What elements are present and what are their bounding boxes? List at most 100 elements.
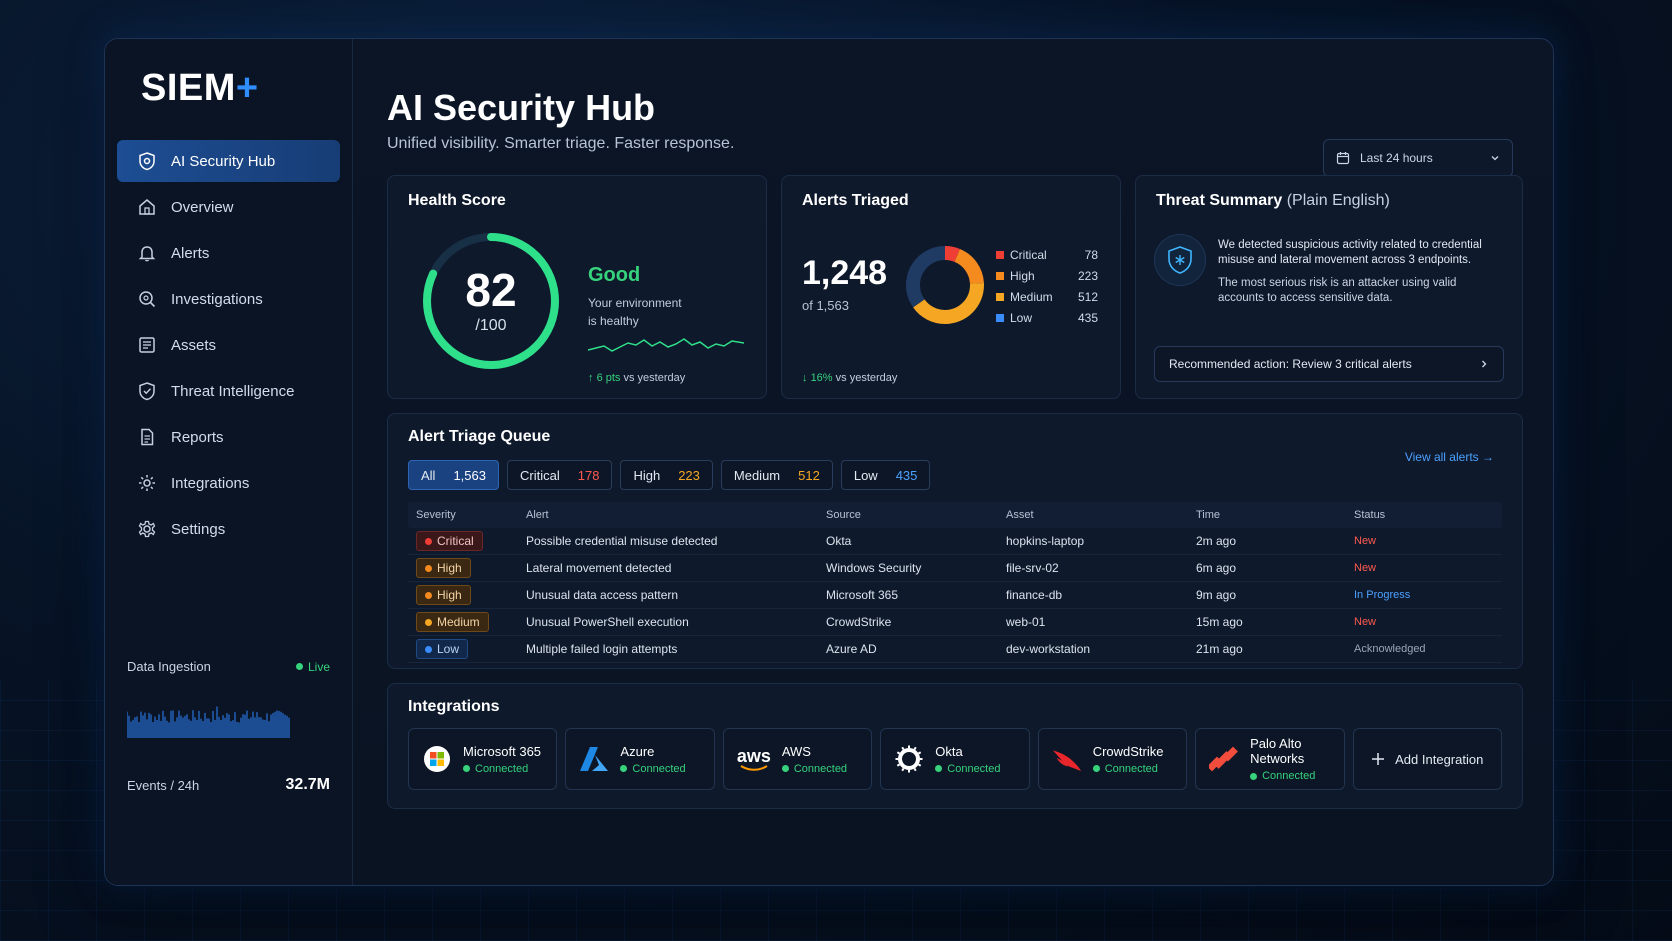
- shield-icon: [139, 382, 155, 401]
- integration-name: Azure: [620, 743, 655, 759]
- integration-name: Microsoft 365: [463, 743, 542, 759]
- integration-aws[interactable]: aws AWS Connected: [722, 728, 873, 790]
- integration-azure[interactable]: Azure Connected: [565, 728, 715, 790]
- sidebar-item-investigations[interactable]: Investigations: [117, 278, 340, 320]
- alert-triage-queue: Alert Triage Queue View all alerts → All…: [387, 413, 1523, 669]
- crowdstrike-icon: [1051, 743, 1083, 775]
- sidebar-item-integrations[interactable]: Integrations: [117, 462, 340, 504]
- sidebar-item-label: Integrations: [171, 474, 250, 492]
- alerts-delta: ↓ 16% vs yesterday: [802, 372, 898, 384]
- alert-source: Okta: [826, 534, 852, 548]
- sidebar-item-assets[interactable]: Assets: [117, 324, 340, 366]
- alert-source: Windows Security: [826, 561, 922, 575]
- alerts-table: Severity Alert Source Asset Time Status Criti…: [408, 502, 1502, 663]
- sidebar-item-alerts[interactable]: Alerts: [117, 232, 340, 274]
- sidebar-item-label: Threat Intelligence: [171, 382, 295, 400]
- health-score-max: /100: [475, 317, 507, 334]
- alert-name: Lateral movement detected: [526, 561, 672, 575]
- gear-link-icon: [139, 475, 155, 491]
- alerts-triaged-title: Alerts Triaged: [802, 192, 909, 209]
- integration-palo-alto-networks[interactable]: Palo Alto Networks Connected: [1195, 728, 1345, 790]
- alert-name: Unusual data access pattern: [526, 588, 679, 602]
- threat-summary-text: We detected suspicious activity related …: [1218, 239, 1482, 304]
- live-indicator: Live: [295, 659, 330, 674]
- alerts-total: of 1,563: [802, 298, 849, 313]
- sidebar-item-label: Alerts: [171, 244, 210, 262]
- integration-status: Connected: [620, 763, 686, 775]
- integration-name: CrowdStrike: [1092, 743, 1164, 759]
- sidebar-item-settings[interactable]: Settings: [117, 508, 340, 550]
- integration-okta[interactable]: Okta Connected: [880, 728, 1030, 790]
- health-score-value: 82: [465, 264, 517, 316]
- column-header-alert[interactable]: Alert: [526, 509, 826, 521]
- sidebar-item-threat-intelligence[interactable]: Threat Intelligence: [117, 370, 340, 412]
- sidebar-item-label: Investigations: [171, 290, 263, 308]
- filter-chip-medium[interactable]: Medium 512: [720, 460, 833, 490]
- time-range-select[interactable]: Last 24 hours: [1323, 139, 1513, 177]
- filter-chip-all[interactable]: All 1,563: [408, 460, 499, 490]
- status-badge: In Progress: [1354, 589, 1411, 601]
- integrations-title: Integrations: [408, 698, 500, 715]
- alert-time: 15m ago: [1196, 615, 1243, 629]
- alert-asset: web-01: [1006, 615, 1046, 629]
- legend-item-medium: Medium 512: [996, 286, 1098, 307]
- severity-badge: High: [416, 585, 471, 605]
- alert-asset: file-srv-02: [1006, 561, 1059, 575]
- sidebar-item-label: Overview: [171, 198, 234, 216]
- ingestion-waveform: [127, 706, 290, 738]
- sidebar-item-label: Reports: [171, 428, 224, 446]
- filter-chip-high[interactable]: High 223: [620, 460, 713, 490]
- severity-badge: Medium: [416, 612, 489, 632]
- filter-chip-low[interactable]: Low 435: [840, 460, 931, 490]
- health-delta: ↑ 6 pts vs yesterday: [588, 372, 686, 384]
- calendar-icon: [1336, 152, 1350, 165]
- alert-time: 6m ago: [1196, 561, 1237, 575]
- alert-asset: dev-workstation: [1006, 642, 1091, 656]
- table-row[interactable]: Low Multiple failed login attempts Azure…: [408, 636, 1502, 663]
- add-integration-button[interactable]: Add Integration: [1352, 728, 1502, 790]
- table-row[interactable]: Medium Unusual PowerShell execution Crow…: [408, 609, 1502, 636]
- chevron-right-icon: [1482, 360, 1487, 368]
- severity-badge: Low: [416, 639, 469, 659]
- app-logo: SIEM+: [141, 67, 259, 109]
- table-header: Severity Alert Source Asset Time Status: [408, 502, 1502, 528]
- integration-microsoft-365[interactable]: Microsoft 365 Connected: [408, 728, 558, 790]
- integration-status: Connected: [1092, 763, 1164, 775]
- table-row[interactable]: Critical Possible credential misuse dete…: [408, 528, 1502, 555]
- queue-title: Alert Triage Queue: [408, 428, 551, 445]
- column-header-severity[interactable]: Severity: [416, 509, 526, 521]
- integration-crowdstrike[interactable]: CrowdStrike Connected: [1037, 728, 1188, 790]
- column-header-status[interactable]: Status: [1354, 509, 1502, 521]
- alert-time: 2m ago: [1196, 534, 1237, 548]
- app-window: SIEM+ AI Security Hub Overview Alerts Inves…: [104, 38, 1554, 886]
- legend-item-critical: Critical 78: [996, 244, 1098, 265]
- home-icon: [139, 199, 155, 215]
- magnifier-icon: [139, 291, 156, 308]
- column-header-asset[interactable]: Asset: [1006, 509, 1196, 521]
- status-badge: New: [1354, 535, 1377, 547]
- threat-summary-title: Threat Summary (Plain English): [1156, 192, 1390, 209]
- table-row[interactable]: High Unusual data access pattern Microso…: [408, 582, 1502, 609]
- column-header-time[interactable]: Time: [1196, 509, 1354, 521]
- view-all-alerts-link[interactable]: View all alerts →: [1405, 450, 1494, 464]
- recommended-action-button[interactable]: Recommended action: Review 3 critical al…: [1154, 346, 1504, 382]
- health-status: Good: [588, 264, 641, 286]
- azure-icon: [578, 743, 610, 775]
- main-content: AI Security Hub Unified visibility. Smar…: [353, 39, 1553, 885]
- sidebar-item-label: Settings: [171, 520, 226, 538]
- filter-chip-critical[interactable]: Critical 178: [507, 460, 613, 490]
- table-row[interactable]: High Lateral movement detected Windows S…: [408, 555, 1502, 582]
- health-sparkline: [588, 338, 744, 352]
- integration-status: Connected: [463, 763, 541, 775]
- alert-asset: hopkins-laptop: [1006, 534, 1085, 548]
- sidebar-item-ai-security-hub[interactable]: AI Security Hub: [117, 140, 340, 182]
- data-ingestion-panel: Data Ingestion Live Events / 24h 32.7M: [127, 659, 330, 794]
- status-badge: New: [1354, 616, 1377, 628]
- integration-name: Okta: [935, 743, 963, 759]
- severity-badge: Critical: [416, 531, 483, 551]
- sidebar-item-reports[interactable]: Reports: [117, 416, 340, 458]
- legend-item-low: Low 435: [996, 307, 1098, 328]
- sidebar-item-overview[interactable]: Overview: [117, 186, 340, 228]
- integration-name: AWS: [781, 743, 811, 759]
- column-header-source[interactable]: Source: [826, 509, 1006, 521]
